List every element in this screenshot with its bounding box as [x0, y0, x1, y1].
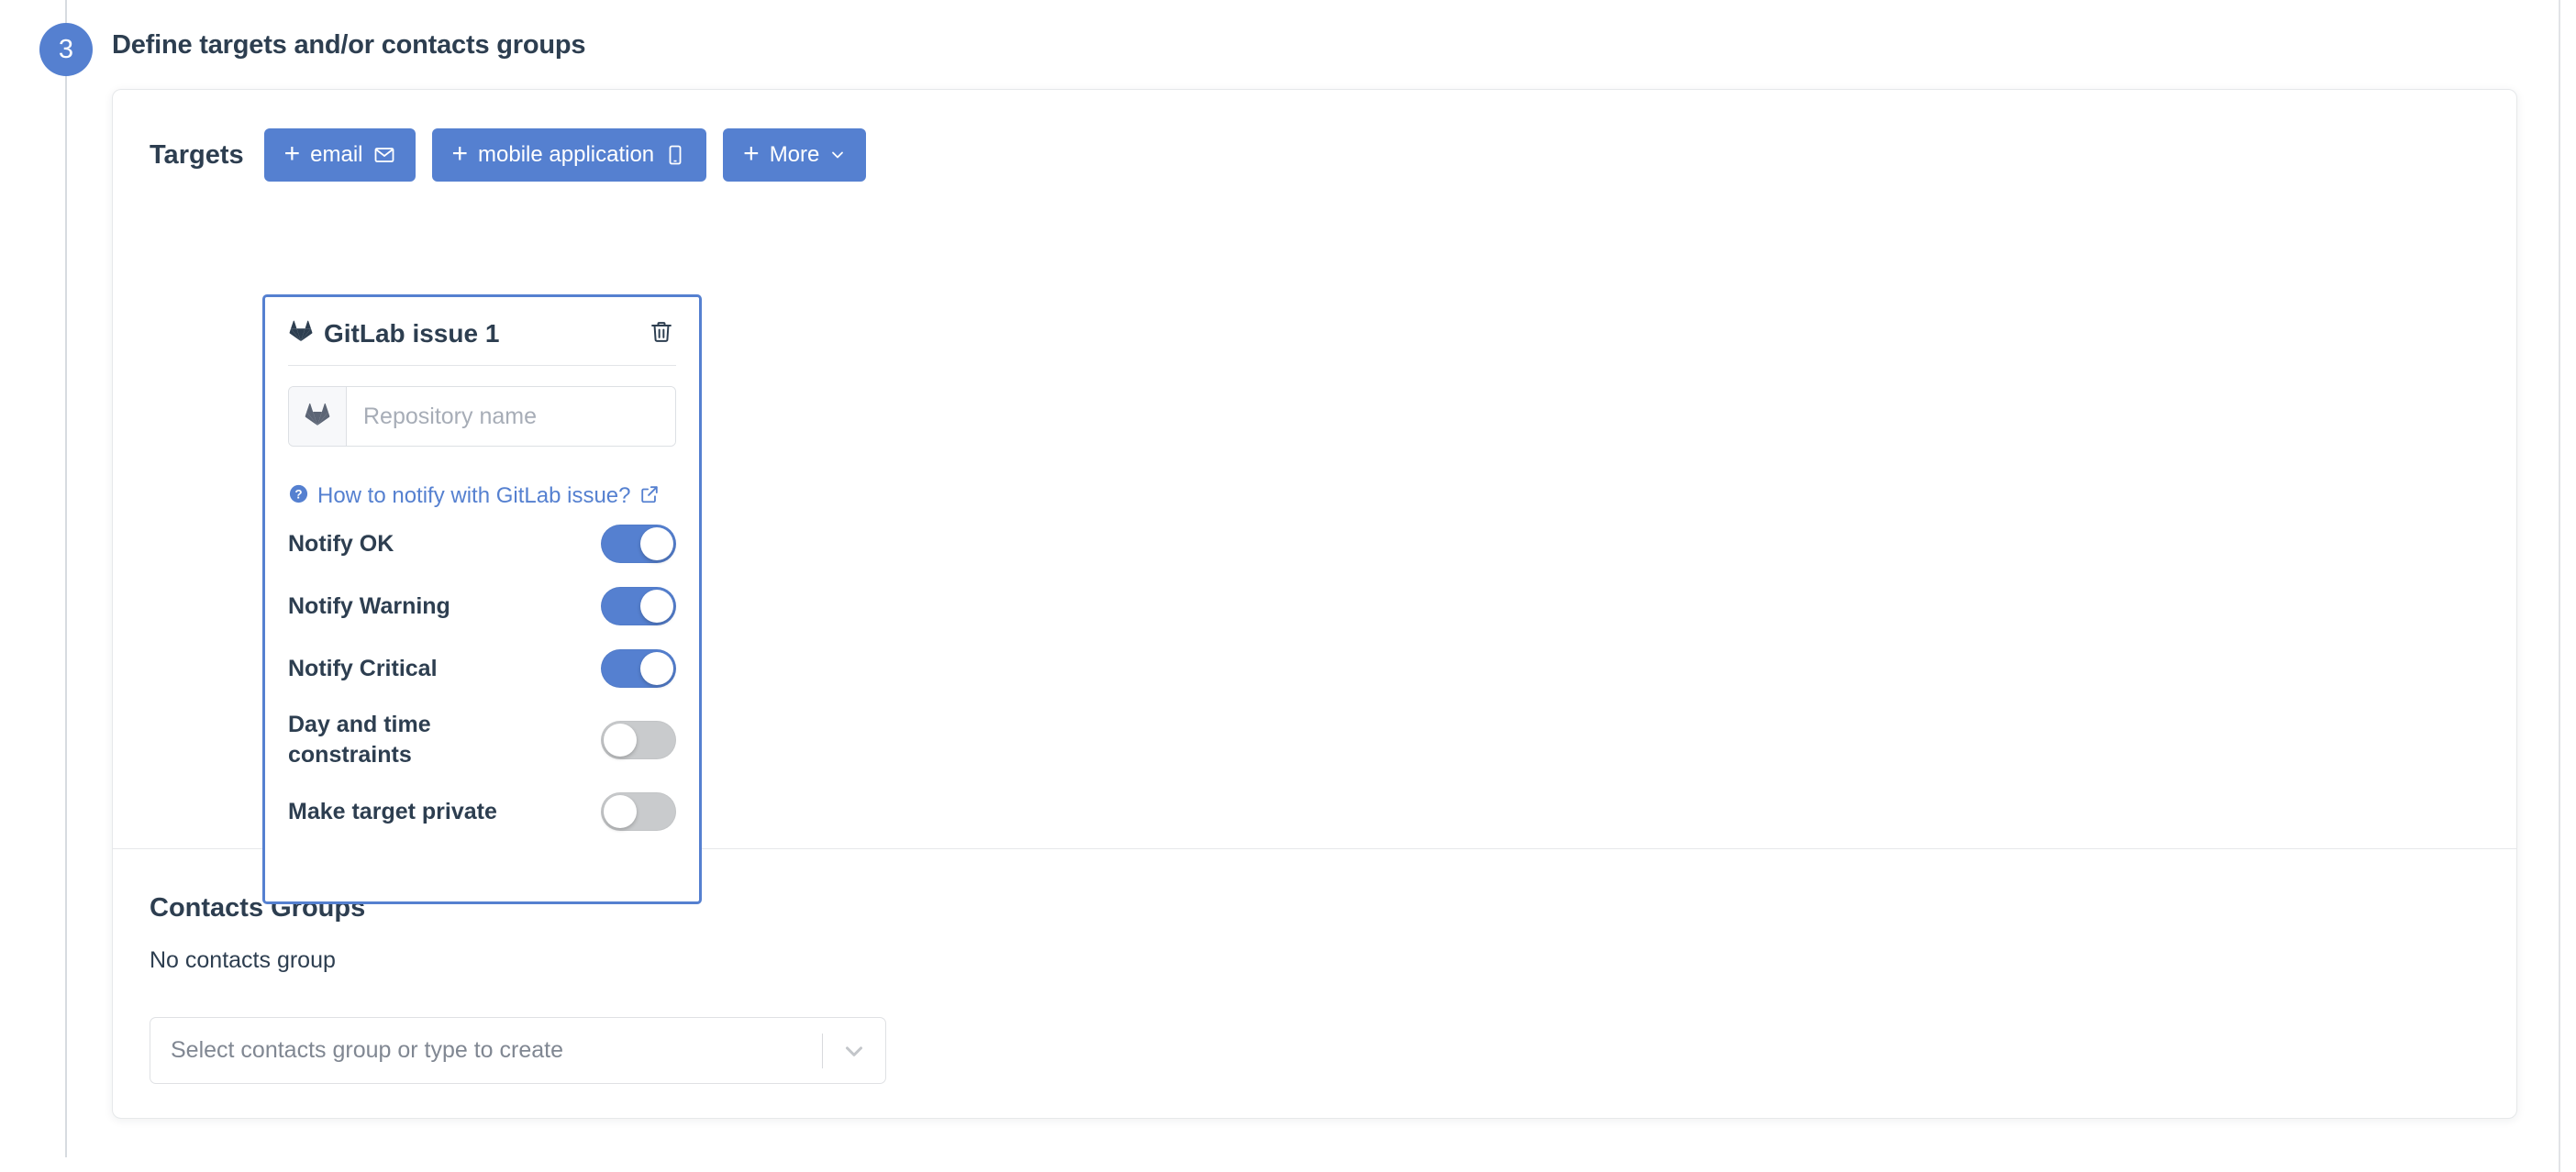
contacts-group-select-placeholder: Select contacts group or type to create [171, 1037, 564, 1063]
target-card-title-wrap: GitLab issue 1 [288, 318, 499, 348]
external-link-icon[interactable] [639, 484, 660, 509]
toggle-knob [640, 527, 673, 560]
plus-icon: + [283, 138, 301, 169]
toggle-notify-critical[interactable] [601, 649, 676, 688]
toggle-row-notify-ok: Notify OK [288, 513, 676, 575]
toggle-row-notify-critical: Notify Critical [288, 637, 676, 700]
toggle-row-notify-warning: Notify Warning [288, 575, 676, 637]
svg-text:?: ? [294, 487, 302, 501]
toggle-knob [640, 590, 673, 623]
question-circle-icon: ? [288, 483, 309, 509]
toggle-knob [604, 795, 637, 828]
add-email-target-button[interactable]: + email [263, 128, 416, 182]
add-more-targets-button[interactable]: + More [723, 128, 867, 182]
toggle-day-and-time-constraints[interactable] [601, 721, 676, 759]
targets-section: Targets + email + mobile application + M… [113, 90, 2516, 904]
gitlab-icon [288, 318, 314, 348]
target-card-divider [288, 365, 676, 366]
right-panel-divider [2559, 0, 2560, 1172]
contacts-group-select[interactable]: Select contacts group or type to create [150, 1017, 886, 1084]
help-link-row: ? How to notify with GitLab issue? [288, 483, 676, 509]
add-mobile-application-target-button[interactable]: + mobile application [431, 128, 707, 182]
gitlab-icon [304, 401, 331, 433]
plus-icon: + [451, 138, 469, 169]
toggle-label-make-target-private: Make target private [288, 798, 497, 824]
trash-icon [649, 319, 674, 348]
toggle-row-day-and-time-constraints: Day and time constraints [288, 700, 676, 780]
step-timeline-line [65, 0, 67, 1157]
chevron-down-icon [829, 147, 846, 163]
targets-heading: Targets [150, 139, 244, 170]
repository-input-group [288, 386, 676, 447]
chevron-down-icon[interactable] [823, 1037, 885, 1065]
toggle-label-notify-critical: Notify Critical [288, 655, 438, 681]
targets-and-contacts-card: Targets + email + mobile application + M… [112, 89, 2517, 1119]
target-card-header: GitLab issue 1 [288, 317, 676, 365]
toggle-make-target-private[interactable] [601, 792, 676, 831]
contacts-groups-empty-message: No contacts group [150, 947, 336, 973]
toggle-knob [640, 652, 673, 685]
toggle-label-notify-warning: Notify Warning [288, 592, 450, 619]
how-to-notify-link[interactable]: How to notify with GitLab issue? [317, 483, 631, 509]
add-email-target-label: email [310, 142, 363, 167]
toggle-label-notify-ok: Notify OK [288, 530, 394, 557]
envelope-icon [373, 144, 395, 166]
toggle-row-make-target-private: Make target private [288, 780, 676, 843]
toggle-notify-warning[interactable] [601, 587, 676, 625]
mobile-phone-icon [664, 144, 686, 166]
add-more-targets-label: More [769, 142, 820, 167]
toggle-notify-ok[interactable] [601, 525, 676, 563]
add-mobile-application-target-label: mobile application [478, 142, 655, 167]
toggle-knob [604, 724, 637, 757]
step-number-badge: 3 [39, 23, 93, 76]
gitlab-issue-target-card: GitLab issue 1 Repository name ? How to … [262, 294, 702, 904]
page-title: Define targets and/or contacts groups [112, 30, 586, 60]
repository-name-input[interactable] [347, 387, 675, 446]
target-card-title: GitLab issue 1 [324, 318, 500, 348]
targets-header: Targets + email + mobile application + M… [113, 128, 2516, 182]
plus-icon: + [743, 138, 760, 169]
repository-input-addon [289, 387, 347, 446]
toggle-label-day-and-time-constraints: Day and time constraints [288, 712, 431, 768]
delete-target-button[interactable] [647, 317, 676, 349]
